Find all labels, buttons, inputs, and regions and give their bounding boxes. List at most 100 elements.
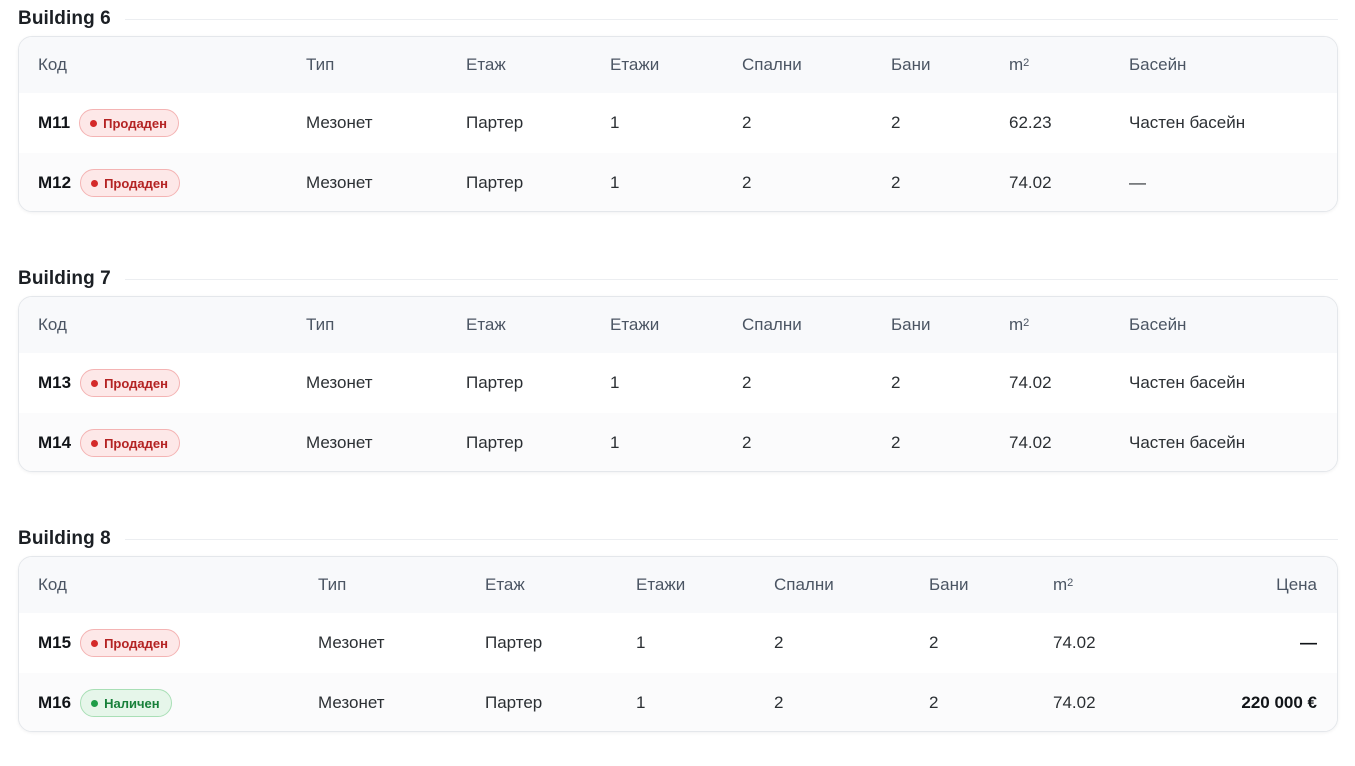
header-bedrooms: Спални <box>774 575 834 594</box>
header-baths: Бани <box>891 315 931 334</box>
header-floor: Етаж <box>485 575 525 594</box>
table-header-row: Код Тип Етаж Етажи Спални Бани m2 Басейн <box>19 37 1337 93</box>
area-unit-exponent: 2 <box>1023 57 1030 69</box>
header-floor: Етаж <box>466 315 506 334</box>
section-header: Building 8 <box>18 527 1338 551</box>
unit-bedrooms: 2 <box>742 113 752 132</box>
unit-pool: — <box>1129 173 1146 192</box>
header-type: Тип <box>306 55 335 74</box>
unit-bedrooms: 2 <box>742 433 752 452</box>
unit-code-cell: M14 Продаден <box>38 413 180 471</box>
table-row[interactable]: M13 Продаден Мезонет Партер 1 2 2 74.02 Ч… <box>19 353 1337 413</box>
unit-code: M16 <box>38 693 72 712</box>
header-floor: Етаж <box>466 55 506 74</box>
header-code: Код <box>38 55 67 74</box>
table-row[interactable]: M11 Продаден Мезонет Партер 1 2 2 62.23 Ч… <box>19 93 1337 153</box>
area-unit: m <box>1009 315 1024 334</box>
unit-baths: 2 <box>929 633 939 652</box>
header-type: Тип <box>306 315 335 334</box>
header-code: Код <box>38 575 67 594</box>
unit-type: Мезонет <box>306 173 373 192</box>
unit-area: 74.02 <box>1053 633 1096 652</box>
unit-area: 74.02 <box>1009 433 1052 452</box>
unit-code: M14 <box>38 433 72 452</box>
status-dot-icon <box>91 179 99 187</box>
unit-baths: 2 <box>891 373 901 392</box>
unit-floor: Партер <box>466 373 524 392</box>
unit-baths: 2 <box>929 693 939 712</box>
unit-floor: Партер <box>466 433 524 452</box>
unit-code-cell: M16 Наличен <box>38 673 172 731</box>
status-label: Продаден <box>104 175 168 191</box>
header-baths: Бани <box>891 55 931 74</box>
status-badge-sold: Продаден <box>80 169 180 197</box>
header-area: m2 <box>1053 557 1073 613</box>
status-label: Наличен <box>104 695 160 711</box>
unit-floors: 1 <box>610 433 620 452</box>
unit-type: Мезонет <box>318 633 385 652</box>
table-row[interactable]: M12 Продаден Мезонет Партер 1 2 2 74.02 — <box>19 153 1337 211</box>
unit-code-cell: M13 Продаден <box>38 353 180 413</box>
unit-floors: 1 <box>610 373 620 392</box>
section-divider <box>124 18 1338 20</box>
unit-type: Мезонет <box>306 373 373 392</box>
status-badge-sold: Продаден <box>80 429 180 457</box>
unit-type: Мезонет <box>318 693 385 712</box>
unit-pool: Частен басейн <box>1129 373 1246 392</box>
status-dot-icon <box>91 379 99 387</box>
status-label: Продаден <box>103 115 168 131</box>
table-row[interactable]: M16 Наличен Мезонет Партер 1 2 2 74.02 22… <box>19 673 1337 731</box>
header-floors: Етажи <box>610 55 660 74</box>
status-badge-available: Наличен <box>80 689 172 717</box>
building-section: Building 8 Код Тип Етаж Етажи Спални Бан… <box>18 527 1338 732</box>
unit-code-cell: M11 Продаден <box>38 93 180 153</box>
area-unit-exponent: 2 <box>1067 577 1074 589</box>
status-dot-icon <box>90 119 98 127</box>
units-table: Код Тип Етаж Етажи Спални Бани m2 Басейн… <box>18 36 1338 212</box>
status-dot-icon <box>91 639 99 647</box>
table-row[interactable]: M14 Продаден Мезонет Партер 1 2 2 74.02 Ч… <box>19 413 1337 471</box>
section-divider <box>124 538 1338 540</box>
table-header-row: Код Тип Етаж Етажи Спални Бани m2 Басейн <box>19 297 1337 353</box>
unit-code: M11 <box>38 113 71 132</box>
status-dot-icon <box>91 699 99 707</box>
unit-baths: 2 <box>891 113 901 132</box>
section-title: Building 8 <box>18 528 111 549</box>
unit-pool: Частен басейн <box>1129 113 1246 132</box>
unit-type: Мезонет <box>306 113 373 132</box>
header-price: Цена <box>1276 575 1317 594</box>
unit-area: 62.23 <box>1009 113 1052 132</box>
unit-area: 74.02 <box>1009 373 1052 392</box>
unit-bedrooms: 2 <box>774 633 784 652</box>
unit-price: — <box>1300 633 1317 652</box>
unit-floor: Партер <box>466 173 524 192</box>
unit-floors: 1 <box>636 633 646 652</box>
unit-price: 220 000 € <box>1241 693 1317 712</box>
header-type: Тип <box>318 575 347 594</box>
unit-floors: 1 <box>610 173 620 192</box>
area-unit: m <box>1053 575 1068 594</box>
unit-floor: Партер <box>466 113 524 132</box>
area-unit: m <box>1009 55 1024 74</box>
header-bedrooms: Спални <box>742 315 802 334</box>
area-unit-exponent: 2 <box>1023 317 1030 329</box>
unit-area: 74.02 <box>1053 693 1096 712</box>
section-header: Building 7 <box>18 267 1338 291</box>
header-code: Код <box>38 315 67 334</box>
building-section: Building 7 Код Тип Етаж Етажи Спални Бан… <box>18 267 1338 472</box>
table-row[interactable]: M15 Продаден Мезонет Партер 1 2 2 74.02 — <box>19 613 1337 673</box>
status-badge-sold: Продаден <box>80 629 180 657</box>
unit-type: Мезонет <box>306 433 373 452</box>
header-pool: Басейн <box>1129 55 1187 74</box>
unit-bedrooms: 2 <box>742 173 752 192</box>
building-section: Building 6 Код Тип Етаж Етажи Спални Бан… <box>18 7 1338 212</box>
unit-floors: 1 <box>636 693 646 712</box>
unit-floors: 1 <box>610 113 620 132</box>
unit-baths: 2 <box>891 173 901 192</box>
status-label: Продаден <box>104 635 168 651</box>
section-header: Building 6 <box>18 7 1338 31</box>
header-area: m2 <box>1009 37 1029 93</box>
unit-code: M15 <box>38 633 72 652</box>
unit-code: M13 <box>38 373 72 392</box>
units-table: Код Тип Етаж Етажи Спални Бани m2 Цена M… <box>18 556 1338 732</box>
